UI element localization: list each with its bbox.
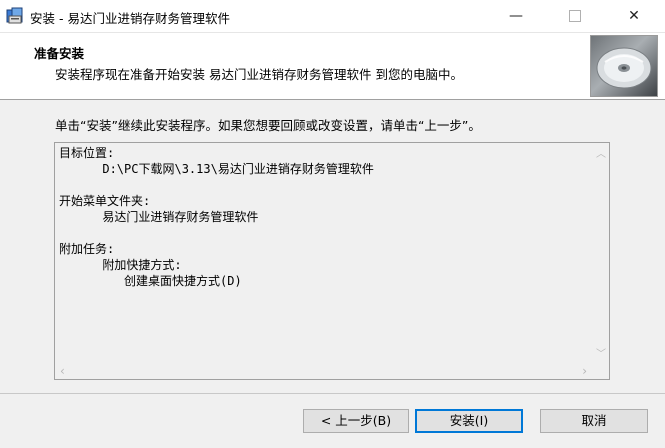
window-title: 安装 - 易达门业进销存财务管理软件 <box>30 11 230 26</box>
memo-line <box>59 225 374 241</box>
install-button[interactable]: 安装(I) <box>415 409 523 433</box>
wizard-header: 准备安装 安装程序现在准备开始安装 易达门业进销存财务管理软件 到您的电脑中。 <box>0 33 665 100</box>
memo-line: 附加快捷方式: <box>59 258 182 272</box>
scroll-right-icon[interactable]: › <box>582 364 587 378</box>
horizontal-scrollbar[interactable]: ‹ › <box>55 362 592 379</box>
title-bar: 安装 - 易达门业进销存财务管理软件 — ✕ <box>0 0 665 33</box>
scrollbar-corner <box>592 362 609 379</box>
intro-text: 单击“安装”继续此安装程序。如果您想要回顾或改变设置，请单击“上一步”。 <box>55 118 481 133</box>
divider <box>0 393 665 394</box>
memo-line: 目标位置: <box>59 146 115 160</box>
memo-line: 易达门业进销存财务管理软件 <box>59 210 259 224</box>
back-button[interactable]: < 上一步(B) <box>303 409 409 433</box>
scroll-up-icon[interactable]: ︿ <box>596 145 606 160</box>
memo-text: 目标位置: D:\PC下载网\3.13\易达门业进销存财务管理软件 开始菜单文件… <box>59 145 374 289</box>
cancel-button[interactable]: 取消 <box>540 409 648 433</box>
close-button[interactable]: ✕ <box>611 0 657 32</box>
vertical-scrollbar[interactable]: ︿ ﹀ <box>592 143 609 362</box>
maximize-button[interactable] <box>552 0 598 32</box>
installer-app-icon <box>6 7 23 24</box>
page-subtitle: 安装程序现在准备开始安装 易达门业进销存财务管理软件 到您的电脑中。 <box>55 67 463 82</box>
scroll-down-icon[interactable]: ﹀ <box>596 345 606 360</box>
minimize-icon: — <box>509 8 523 24</box>
memo-line: 开始菜单文件夹: <box>59 194 151 208</box>
maximize-icon <box>569 10 581 22</box>
cd-disc-icon <box>590 35 658 97</box>
memo-line <box>59 177 374 193</box>
minimize-button[interactable]: — <box>493 0 539 32</box>
memo-line: D:\PC下载网\3.13\易达门业进销存财务管理软件 <box>59 162 374 176</box>
page-title: 准备安装 <box>34 46 85 61</box>
ready-memo[interactable]: 目标位置: D:\PC下载网\3.13\易达门业进销存财务管理软件 开始菜单文件… <box>54 142 610 380</box>
close-icon: ✕ <box>628 8 640 24</box>
scroll-left-icon[interactable]: ‹ <box>60 364 65 378</box>
memo-line: 附加任务: <box>59 242 115 256</box>
memo-line: 创建桌面快捷方式(D) <box>59 274 242 288</box>
